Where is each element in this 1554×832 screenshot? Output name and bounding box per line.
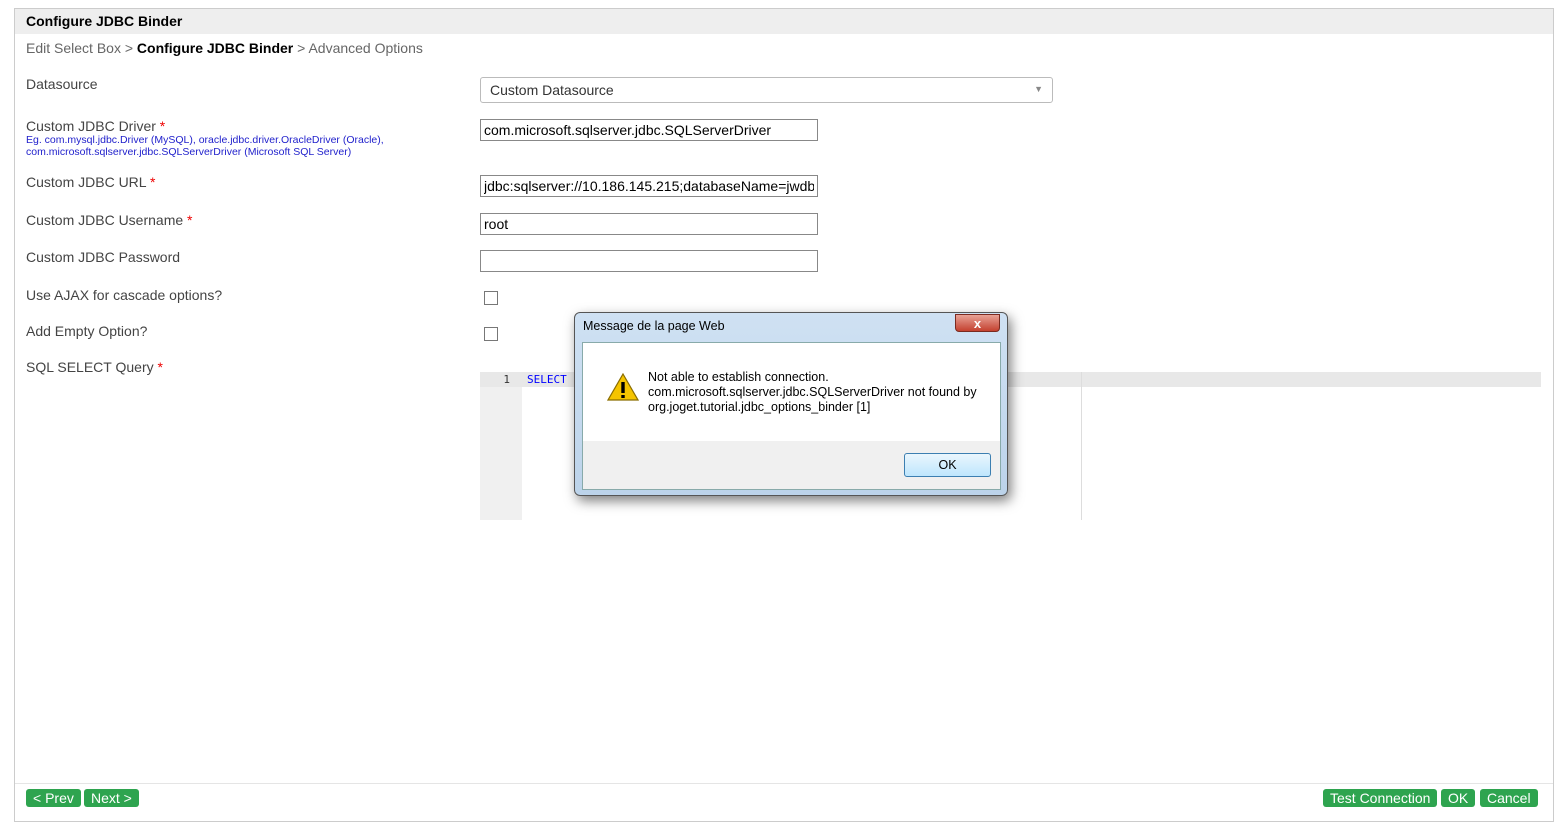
- next-button[interactable]: Next >: [84, 789, 139, 807]
- empty-option-checkbox[interactable]: [484, 327, 498, 341]
- code-gutter: [480, 372, 522, 520]
- breadcrumb-current: Configure JDBC Binder: [136, 40, 294, 56]
- username-label-text: Custom JDBC Username: [26, 212, 184, 228]
- sql-label-text: SQL SELECT Query: [26, 359, 154, 375]
- chevron-down-icon: ▼: [1034, 84, 1043, 94]
- datasource-value: Custom Datasource: [490, 82, 614, 98]
- username-input[interactable]: [480, 213, 818, 235]
- url-label-text: Custom JDBC URL: [26, 174, 147, 190]
- required-marker: *: [149, 174, 156, 190]
- dialog-ok-button[interactable]: OK: [904, 453, 991, 477]
- breadcrumb-sep: >: [124, 40, 134, 56]
- empty-option-label: Add Empty Option?: [26, 323, 148, 339]
- driver-hint: Eg. com.mysql.jdbc.Driver (MySQL), oracl…: [26, 134, 384, 158]
- breadcrumb: Edit Select Box > Configure JDBC Binder …: [26, 40, 423, 56]
- sql-editor[interactable]: SELECT: [527, 373, 567, 386]
- password-input[interactable]: [480, 250, 818, 272]
- ajax-label: Use AJAX for cascade options?: [26, 287, 223, 303]
- driver-label: Custom JDBC Driver *: [26, 118, 165, 134]
- datasource-select[interactable]: Custom Datasource ▼: [480, 77, 1053, 103]
- prev-button[interactable]: < Prev: [26, 789, 81, 807]
- print-margin: [1081, 372, 1082, 520]
- message-line: com.microsoft.sqlserver.jdbc.SQLServerDr…: [648, 385, 977, 399]
- breadcrumb-advanced-options: Advanced Options: [308, 40, 423, 56]
- dialog-title: Message de la page Web: [583, 319, 725, 333]
- alert-dialog: Message de la page Web x Not able to est…: [574, 312, 1008, 496]
- cancel-button[interactable]: Cancel: [1480, 789, 1538, 807]
- password-label: Custom JDBC Password: [26, 249, 181, 265]
- url-label: Custom JDBC URL *: [26, 174, 155, 190]
- dialog-message-area: Not able to establish connection. com.mic…: [583, 343, 1000, 441]
- driver-hint-line: com.microsoft.sqlserver.jdbc.SQLServerDr…: [26, 146, 352, 158]
- message-line: Not able to establish connection.: [648, 370, 829, 384]
- line-number: 1: [503, 373, 510, 386]
- sql-label: SQL SELECT Query *: [26, 359, 163, 375]
- warning-icon: [607, 373, 639, 401]
- datasource-label: Datasource: [26, 76, 98, 92]
- required-marker: *: [159, 118, 166, 134]
- ok-button[interactable]: OK: [1441, 789, 1476, 807]
- test-connection-button[interactable]: Test Connection: [1323, 789, 1438, 807]
- dialog-body: Not able to establish connection. com.mic…: [582, 342, 1001, 490]
- username-label: Custom JDBC Username *: [26, 212, 193, 228]
- driver-input[interactable]: [480, 119, 818, 141]
- required-marker: *: [187, 212, 193, 228]
- driver-label-text: Custom JDBC Driver: [26, 118, 156, 134]
- breadcrumb-edit-select-box: Edit Select Box: [26, 40, 121, 56]
- footer-divider: [15, 783, 1553, 784]
- dialog-message: Not able to establish connection. com.mic…: [648, 370, 977, 415]
- close-icon[interactable]: x: [955, 314, 1000, 332]
- url-input[interactable]: [480, 175, 818, 197]
- breadcrumb-sep: >: [297, 40, 306, 56]
- ajax-checkbox[interactable]: [484, 291, 498, 305]
- page-title: Configure JDBC Binder: [15, 9, 1553, 34]
- driver-hint-line: Eg. com.mysql.jdbc.Driver (MySQL), oracl…: [26, 134, 384, 146]
- required-marker: *: [157, 359, 163, 375]
- message-line: org.joget.tutorial.jdbc_options_binder […: [648, 400, 871, 414]
